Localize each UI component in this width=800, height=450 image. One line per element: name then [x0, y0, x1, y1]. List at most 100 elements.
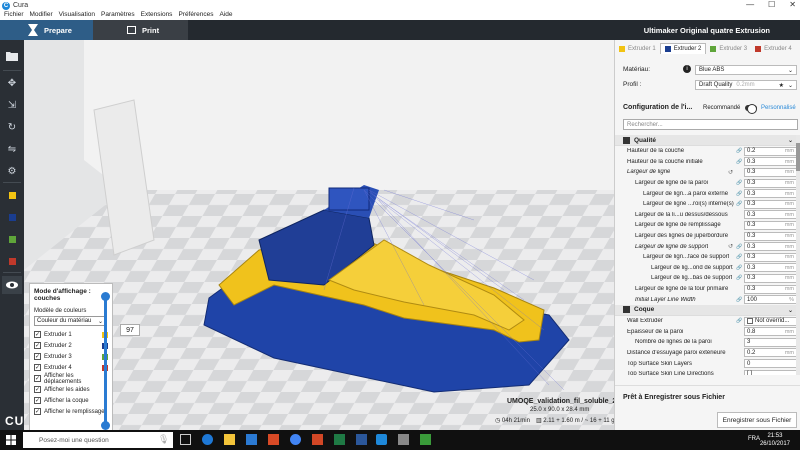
settings-search-input[interactable]: Rechercher...	[623, 119, 798, 130]
linked-setting-icon[interactable]: 🔗	[736, 254, 742, 260]
view-mode-eye-icon[interactable]	[2, 276, 22, 294]
layer-number-input[interactable]: 97	[120, 324, 140, 336]
checkbox-checked-icon[interactable]: ✓	[34, 342, 41, 349]
extruder-tab-2[interactable]: Extruder 2	[659, 43, 707, 54]
maximize-icon[interactable]: ☐	[768, 0, 775, 9]
file-explorer-icon[interactable]	[224, 434, 235, 445]
checkbox-checked-icon[interactable]: ✓	[34, 375, 41, 382]
taskbar-search-input[interactable]: Posez-moi une question	[23, 432, 173, 448]
setting-input[interactable]: 0.3 mm	[744, 178, 797, 188]
extruder-3-icon[interactable]	[2, 230, 22, 248]
firefox-icon[interactable]	[268, 434, 279, 445]
setting-input[interactable]: 0.3 mm	[744, 189, 797, 199]
checkbox-checked-icon[interactable]: ✓	[34, 397, 41, 404]
linked-setting-icon[interactable]: 🔗	[736, 159, 742, 165]
menu-aide[interactable]: Aide	[219, 11, 232, 20]
extruder-2-icon[interactable]	[2, 208, 22, 226]
tab-print[interactable]: Print	[93, 20, 188, 40]
color-model-select[interactable]: Couleur du matériau ⌄	[34, 316, 106, 326]
setting-input[interactable]: 0.2 mm	[744, 146, 797, 156]
mirror-tool-icon[interactable]: ⇋	[2, 140, 22, 158]
edge-icon[interactable]	[202, 434, 213, 445]
reset-icon[interactable]: ↺	[728, 243, 733, 250]
linked-setting-icon[interactable]: 🔗	[736, 244, 742, 250]
checkbox-checked-icon[interactable]: ✓	[34, 386, 41, 393]
mode-toggle[interactable]	[745, 104, 757, 114]
open-file-icon[interactable]	[2, 47, 22, 65]
language-indicator[interactable]: FRA	[748, 436, 760, 442]
extruder-3-visibility[interactable]: ✓ Extruder 3	[34, 351, 108, 362]
setting-input[interactable]: 0.3 mm	[744, 284, 797, 294]
layer-slider-track[interactable]	[104, 295, 107, 425]
powerpoint-icon[interactable]	[312, 434, 323, 445]
excel-icon[interactable]	[334, 434, 345, 445]
cura-taskbar-icon[interactable]	[376, 434, 387, 445]
setting-input[interactable]: 100%	[744, 295, 797, 305]
extruder-4-visibility[interactable]: ✓ Extruder 4	[34, 362, 108, 373]
recommended-mode-label[interactable]: Recommandé	[703, 105, 740, 111]
settings-scrollbar[interactable]	[796, 135, 800, 375]
profile-select[interactable]: Draft Quality 0.2mm ★ ⌄	[695, 80, 797, 90]
linked-setting-icon[interactable]: 🔗	[736, 275, 742, 281]
linked-setting-icon[interactable]: 🔗	[736, 180, 742, 186]
setting-input[interactable]: 0	[744, 359, 797, 369]
layer-slider-top-handle[interactable]	[101, 292, 110, 301]
linked-setting-icon[interactable]: 🔗	[736, 265, 742, 271]
custom-mode-label[interactable]: Personnalisé	[761, 105, 796, 111]
extruder-4-icon[interactable]	[2, 252, 22, 270]
taskbar-clock[interactable]: 21:53 26/10/2017	[760, 432, 790, 448]
windows-start-icon[interactable]	[6, 435, 16, 445]
checkbox-checked-icon[interactable]: ✓	[34, 353, 41, 360]
extruder-1-visibility[interactable]: ✓ Extruder 1	[34, 329, 108, 340]
linked-setting-icon[interactable]: 🔗	[736, 191, 742, 197]
category-quality[interactable]: Qualité ⌄	[615, 135, 800, 146]
setting-input[interactable]: [ ]	[744, 369, 797, 375]
job-name[interactable]: UMOQE_validation_fil_soluble_2 ✎	[507, 397, 624, 405]
store-icon[interactable]	[246, 434, 257, 445]
show-travels-option[interactable]: ✓ Afficher les déplacements	[34, 373, 108, 385]
setting-input[interactable]: 0.3 mm	[744, 210, 797, 220]
linked-setting-icon[interactable]: 🔗	[736, 201, 742, 207]
setting-input[interactable]: 0.3 mm	[744, 231, 797, 241]
setting-input[interactable]: 0.3 mm	[744, 157, 797, 167]
setting-input[interactable]: 0.3 mm	[744, 263, 797, 273]
material-select[interactable]: Blue ABS ⌄	[695, 65, 797, 75]
menu-fichier[interactable]: Fichier	[4, 11, 24, 20]
reset-icon[interactable]: ↺	[728, 169, 733, 176]
setting-input[interactable]: Not overrid...	[744, 316, 797, 326]
setting-input[interactable]: 0.2 mm	[744, 348, 797, 358]
close-icon[interactable]: ✕	[789, 0, 796, 9]
show-infill-option[interactable]: ✓ Afficher le remplissage	[34, 406, 108, 417]
setting-input[interactable]: 0.3 mm	[744, 252, 797, 262]
extruder-tab-1[interactable]: Extruder 1	[615, 43, 660, 54]
scale-tool-icon[interactable]: ⇲	[2, 96, 22, 114]
menu-parametres[interactable]: Paramètres	[101, 11, 135, 20]
extruder-2-visibility[interactable]: ✓ Extruder 2	[34, 340, 108, 351]
checkbox-checked-icon[interactable]: ✓	[34, 331, 41, 338]
category-shell[interactable]: Coque ⌄	[615, 304, 800, 316]
rotate-tool-icon[interactable]: ↻	[2, 118, 22, 136]
linked-setting-icon[interactable]: 🔗	[736, 318, 742, 324]
menu-extensions[interactable]: Extensions	[141, 11, 173, 20]
tab-prepare[interactable]: Prepare	[0, 20, 93, 40]
save-to-file-button[interactable]: Enregistrer sous Fichier	[717, 412, 797, 428]
extruder-1-icon[interactable]	[2, 186, 22, 204]
checkbox-checked-icon[interactable]: ✓	[34, 364, 41, 371]
extruder-tab-4[interactable]: Extruder 4	[751, 43, 796, 54]
app-icon[interactable]	[420, 434, 431, 445]
printer-name[interactable]: Ultimaker Original quatre Extrusion	[644, 26, 770, 35]
setting-input[interactable]: 0.3 mm	[744, 199, 797, 209]
checkbox-icon[interactable]	[747, 318, 753, 325]
menu-visualisation[interactable]: Visualisation	[59, 11, 95, 20]
show-helpers-option[interactable]: ✓ Afficher les aides	[34, 384, 108, 395]
show-shell-option[interactable]: ✓ Afficher la coque	[34, 395, 108, 406]
chrome-icon[interactable]	[290, 434, 301, 445]
setting-input[interactable]: 0.3 mm	[744, 220, 797, 230]
word-icon[interactable]	[356, 434, 367, 445]
setting-input[interactable]: 0.3 mm	[744, 242, 797, 252]
setting-input[interactable]: 0.8 mm	[744, 327, 797, 337]
task-view-icon[interactable]	[180, 434, 191, 445]
move-tool-icon[interactable]: ✥	[2, 74, 22, 92]
minimize-icon[interactable]: —	[746, 0, 754, 9]
microphone-icon[interactable]: 🎙	[158, 434, 169, 445]
